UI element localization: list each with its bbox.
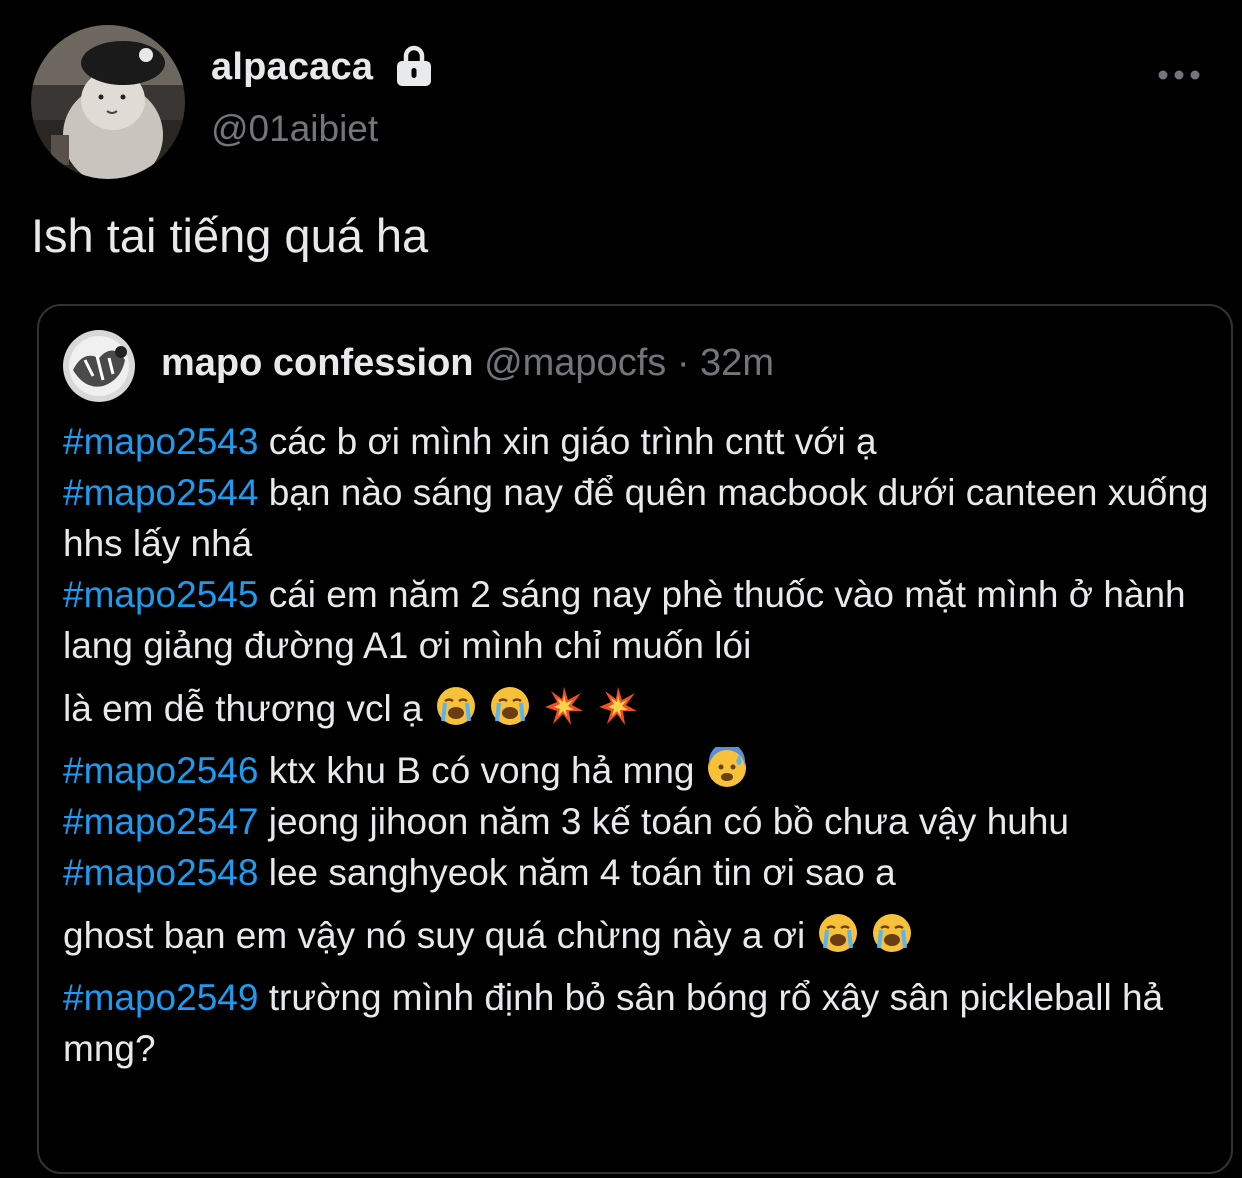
display-name[interactable]: alpacaca [211,46,373,89]
quoted-body: #mapo2543 các b ơi mình xin giáo trình c… [63,416,1213,1074]
author-name-row: alpacaca [211,42,435,92]
confession-post: #mapo2546 ktx khu B có vong hả mng [63,743,1213,796]
hashtag-link[interactable]: #mapo2549 [63,977,258,1018]
anxious-face-with-sweat-icon [706,743,748,789]
quoted-timestamp[interactable]: 32m [700,342,774,384]
quoted-tweet-card[interactable]: mapo confession @mapocfs · 32m #mapo2543… [37,304,1233,1174]
collision-icon [543,683,585,725]
alpaca-plush-avatar-icon [31,25,185,179]
loudly-crying-face-icon [435,683,477,725]
lock-icon [393,44,435,90]
post-text-continued: ghost bạn em vậy nó suy quá chừng này a … [63,915,806,956]
mapo-logo-avatar-icon [63,330,135,402]
post-text: jeong jihoon năm 3 kế toán có bồ chưa vậ… [258,801,1070,842]
avatar[interactable] [31,25,185,179]
post-text-line2: ghost bạn em vậy nó suy quá chừng này a … [63,904,1213,968]
quoted-avatar[interactable] [63,330,135,402]
hashtag-link[interactable]: #mapo2548 [63,852,258,893]
collision-icon [597,683,639,725]
separator-dot: · [676,342,690,384]
post-text-continued: là em dễ thương vcl ạ [63,688,423,729]
confession-post: #mapo2547 jeong jihoon năm 3 kế toán có … [63,796,1213,847]
post-text: lee sanghyeok năm 4 toán tin ơi sao a [258,852,896,893]
quoted-header: mapo confession @mapocfs · 32m [161,342,774,385]
loudly-crying-face-icon [489,683,531,725]
author-handle[interactable]: @01aibiet [211,108,378,150]
post-text-line2: là em dễ thương vcl ạ [63,677,1213,741]
confession-post: #mapo2549 trường mình định bỏ sân bóng r… [63,972,1213,1074]
hashtag-link[interactable]: #mapo2544 [63,472,258,513]
hashtag-link[interactable]: #mapo2543 [63,421,258,462]
confession-post: #mapo2543 các b ơi mình xin giáo trình c… [63,416,1213,467]
hashtag-link[interactable]: #mapo2546 [63,750,258,791]
quoted-display-name[interactable]: mapo confession [161,342,474,384]
hashtag-link[interactable]: #mapo2547 [63,801,258,842]
confession-post: #mapo2545 cái em năm 2 sáng nay phè thuố… [63,569,1213,741]
hashtag-link[interactable]: #mapo2545 [63,574,258,615]
quoted-handle[interactable]: @mapocfs [484,342,666,384]
tweet-text: Ish tai tiếng quá ha [31,209,429,262]
confession-post: #mapo2544 bạn nào sáng nay để quên macbo… [63,467,1213,569]
loudly-crying-face-icon [871,910,913,952]
post-text: các b ơi mình xin giáo trình cntt với ạ [258,421,877,462]
confession-post: #mapo2548 lee sanghyeok năm 4 toán tin ơ… [63,847,1213,968]
ellipsis-icon[interactable] [1156,62,1202,88]
post-text: ktx khu B có vong hả mng [258,750,695,791]
loudly-crying-face-icon [817,910,859,952]
